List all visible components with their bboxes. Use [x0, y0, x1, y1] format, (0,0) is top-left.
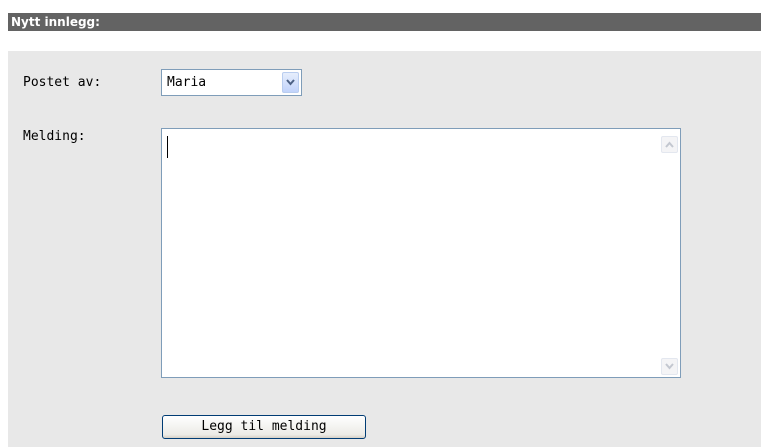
- scroll-down-arrow-icon: [665, 363, 674, 370]
- author-selected-value: Maria: [167, 75, 207, 90]
- chevron-down-icon: [286, 79, 295, 86]
- scroll-down-button[interactable]: [661, 358, 678, 375]
- author-select[interactable]: Maria: [161, 69, 302, 96]
- section-title: Nytt innlegg:: [11, 15, 100, 29]
- select-dropdown-button[interactable]: [282, 72, 299, 93]
- text-caret: [167, 136, 168, 158]
- scroll-up-button[interactable]: [661, 136, 678, 153]
- message-textarea[interactable]: [161, 128, 681, 378]
- message-label: Melding:: [23, 129, 86, 144]
- add-message-button[interactable]: Legg til melding: [162, 415, 366, 439]
- section-header-bar: Nytt innlegg:: [8, 13, 761, 31]
- author-label: Postet av:: [23, 75, 102, 90]
- scroll-up-arrow-icon: [665, 141, 674, 148]
